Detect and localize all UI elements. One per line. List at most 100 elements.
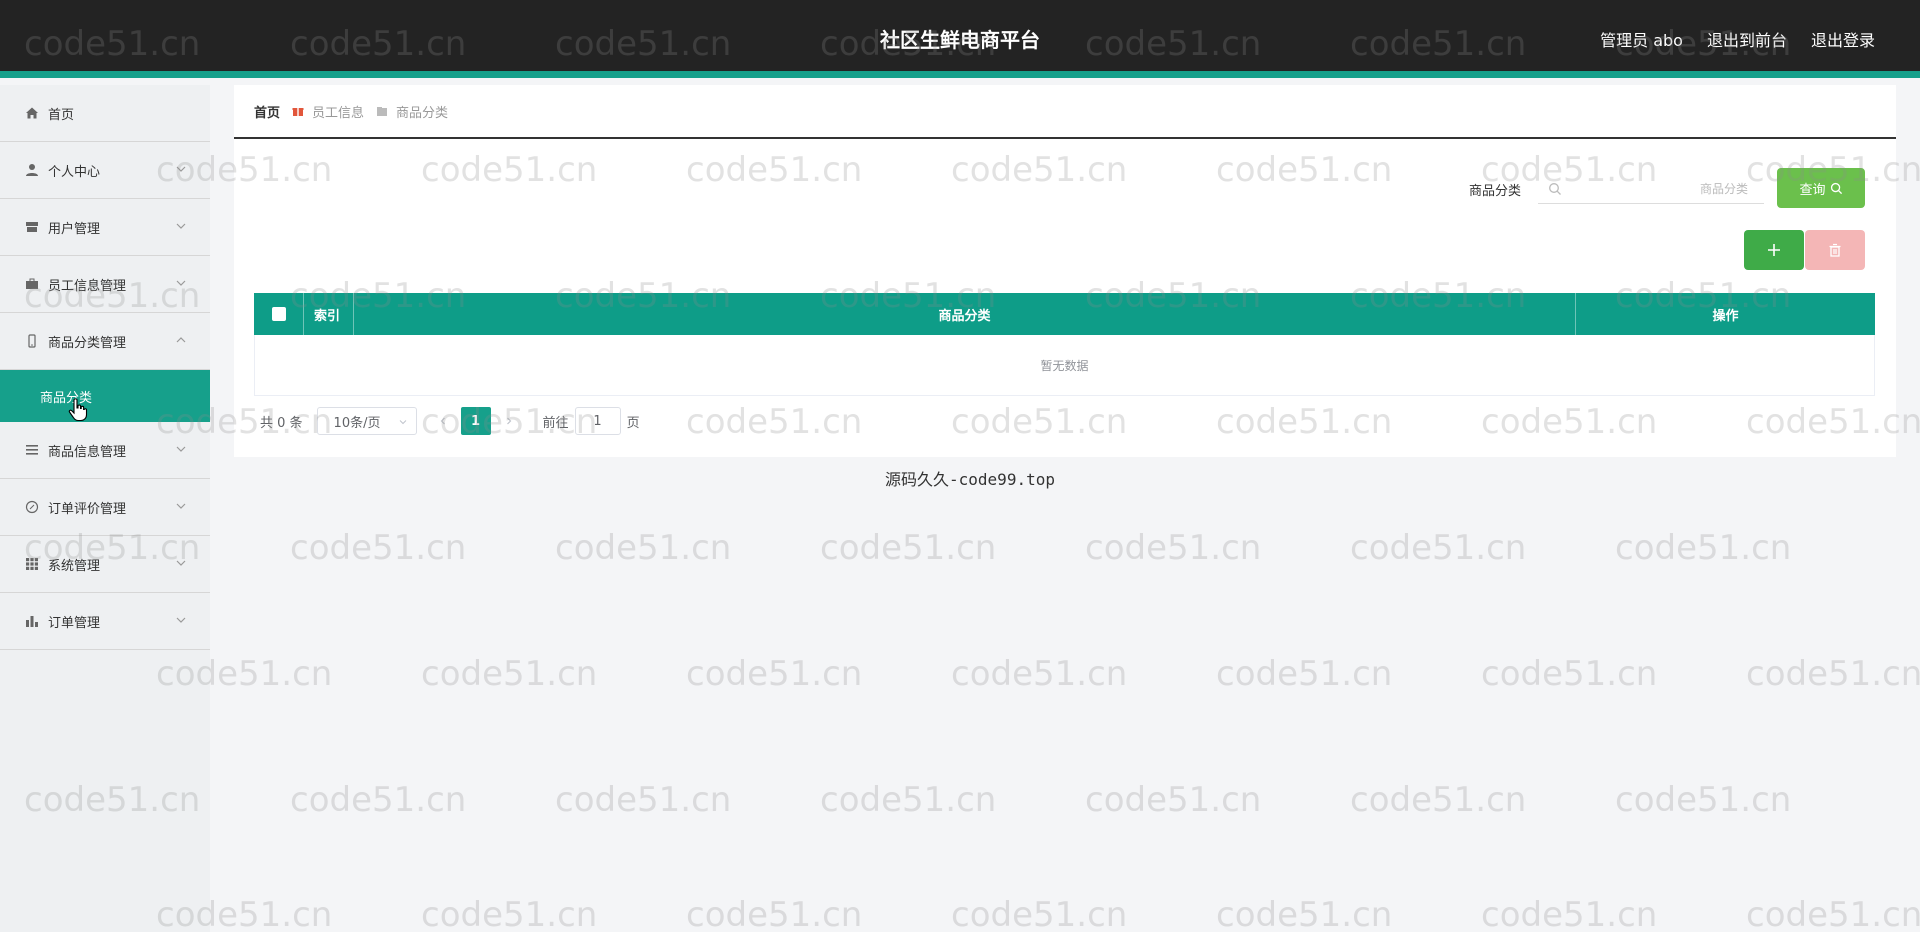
watermark: code51.cn xyxy=(1085,528,1262,568)
pagination: 共 0 条 10条/页 1 前往 页 xyxy=(260,407,640,435)
top-bar: 社区生鲜电商平台 管理员 abo 退出到前台 退出登录 xyxy=(0,0,1920,78)
query-button-label: 查询 xyxy=(1799,182,1826,198)
chevron-down-icon xyxy=(176,617,186,623)
logout-link[interactable]: 退出登录 xyxy=(1811,27,1875,51)
table-empty-state: 暂无数据 xyxy=(254,335,1875,396)
watermark: code51.cn xyxy=(1216,654,1393,694)
page-size-value: 10条/页 xyxy=(333,415,381,431)
home-icon xyxy=(24,105,40,121)
chevron-down-icon xyxy=(176,560,186,566)
search-label: 商品分类 xyxy=(1469,184,1522,199)
page-number-current[interactable]: 1 xyxy=(460,407,491,435)
watermark: code51.cn xyxy=(290,528,467,568)
watermark: code51.cn xyxy=(421,895,598,932)
chevron-down-icon xyxy=(176,166,186,172)
watermark: code51.cn xyxy=(1746,654,1920,694)
search-field[interactable] xyxy=(1538,174,1764,204)
header-actions: 管理员 abo 退出到前台 退出登录 xyxy=(1600,27,1875,51)
list-icon xyxy=(24,442,40,458)
watermark: code51.cn xyxy=(421,654,598,694)
watermark: code51.cn xyxy=(555,528,732,568)
sidebar-item-personal-center[interactable]: 个人中心 xyxy=(0,142,210,199)
search-icon xyxy=(1549,183,1561,195)
sidebar-item-label: 订单评价管理 xyxy=(48,501,127,517)
watermark: code51.cn xyxy=(686,895,863,932)
exit-to-front-link[interactable]: 退出到前台 xyxy=(1707,27,1787,51)
sidebar-item-user-management[interactable]: 用户管理 xyxy=(0,199,210,256)
chevron-right-icon xyxy=(506,417,511,425)
sidebar-item-employee-management[interactable]: 员工信息管理 xyxy=(0,256,210,313)
breadcrumb-level2-label: 商品分类 xyxy=(396,105,449,121)
main-panel: 商品分类 查询 索引 商品分类 操作 暂无数据 共 0 条 10条/页 xyxy=(234,139,1896,457)
search-input[interactable] xyxy=(1568,177,1748,201)
watermark: code51.cn xyxy=(1085,780,1262,820)
watermark: code51.cn xyxy=(686,654,863,694)
chevron-down-icon xyxy=(176,280,186,286)
watermark: code51.cn xyxy=(1216,895,1393,932)
watermark: code51.cn xyxy=(1481,895,1658,932)
admin-label: 管理员 abo xyxy=(1600,31,1683,50)
watermark: code51.cn xyxy=(820,528,997,568)
next-page-button[interactable] xyxy=(495,407,523,435)
page-suffix: 页 xyxy=(626,415,640,431)
plus-icon xyxy=(1768,244,1780,256)
chevron-down-icon xyxy=(176,503,186,509)
sidebar-item-label: 首页 xyxy=(48,107,75,123)
pagination-total: 共 0 条 xyxy=(260,415,303,431)
sidebar-item-system-management[interactable]: 系统管理 xyxy=(0,536,210,593)
watermark: code51.cn xyxy=(290,780,467,820)
watermark: code51.cn xyxy=(1481,654,1658,694)
breadcrumb-level2: 商品分类 xyxy=(376,102,448,121)
sidebar-item-label: 订单管理 xyxy=(48,615,101,631)
data-table: 索引 商品分类 操作 暂无数据 xyxy=(254,293,1875,396)
watermark: code51.cn xyxy=(1746,895,1920,932)
sidebar-subitem-category[interactable]: 商品分类 xyxy=(0,370,210,422)
sidebar-item-label: 系统管理 xyxy=(48,558,101,574)
breadcrumb-home[interactable]: 首页 xyxy=(254,102,280,121)
sidebar-item-label: 员工信息管理 xyxy=(48,278,127,294)
watermark: code51.cn xyxy=(1615,780,1792,820)
watermark: code51.cn xyxy=(1615,528,1792,568)
bar-chart-icon xyxy=(24,613,40,629)
select-all-checkbox[interactable] xyxy=(271,307,286,321)
compass-icon xyxy=(24,499,40,515)
sidebar-item-label: 商品信息管理 xyxy=(48,444,127,460)
watermark: code51.cn xyxy=(820,780,997,820)
column-header-index: 索引 xyxy=(304,293,354,335)
column-header-category: 商品分类 xyxy=(354,293,1576,335)
watermark: code51.cn xyxy=(1350,780,1527,820)
sidebar: 首页 个人中心 用户管理 员工信息管理 商品分类管理 商品分类 商品信息管理 订… xyxy=(0,85,210,932)
gift-icon xyxy=(292,108,304,116)
query-button[interactable]: 查询 xyxy=(1777,168,1865,208)
sidebar-item-label: 用户管理 xyxy=(48,221,101,237)
chevron-down-icon xyxy=(399,420,406,425)
watermark: code51.cn xyxy=(951,654,1128,694)
chevron-up-icon xyxy=(176,337,186,343)
prev-page-button[interactable] xyxy=(429,407,457,435)
select-all-cell xyxy=(254,293,304,335)
watermark: code51.cn xyxy=(951,895,1128,932)
page-size-select[interactable]: 10条/页 xyxy=(316,407,417,435)
breadcrumb: 首页 员工信息 商品分类 xyxy=(234,85,1896,139)
add-button[interactable] xyxy=(1744,230,1804,270)
user-icon xyxy=(24,162,40,178)
footer-note: 源码久久-code99.top xyxy=(885,470,1055,489)
sidebar-item-category-management[interactable]: 商品分类管理 xyxy=(0,313,210,370)
goto-label: 前往 xyxy=(542,415,569,431)
hand-cursor-icon xyxy=(68,398,88,422)
grid-icon xyxy=(24,556,40,572)
goto-page-input[interactable] xyxy=(574,407,621,435)
delete-button[interactable] xyxy=(1805,230,1865,270)
sidebar-item-label: 商品分类管理 xyxy=(48,335,127,351)
chevron-left-icon xyxy=(440,417,445,425)
sidebar-item-order-management[interactable]: 订单管理 xyxy=(0,593,210,650)
breadcrumb-level1[interactable]: 员工信息 xyxy=(292,102,364,121)
sidebar-item-label: 个人中心 xyxy=(48,164,101,180)
chevron-down-icon xyxy=(176,446,186,452)
sidebar-item-home[interactable]: 首页 xyxy=(0,85,210,142)
table-header: 索引 商品分类 操作 xyxy=(254,293,1875,335)
phone-icon xyxy=(24,333,40,349)
store-icon xyxy=(24,219,40,235)
briefcase-icon xyxy=(24,276,40,292)
search-icon xyxy=(1830,182,1842,194)
